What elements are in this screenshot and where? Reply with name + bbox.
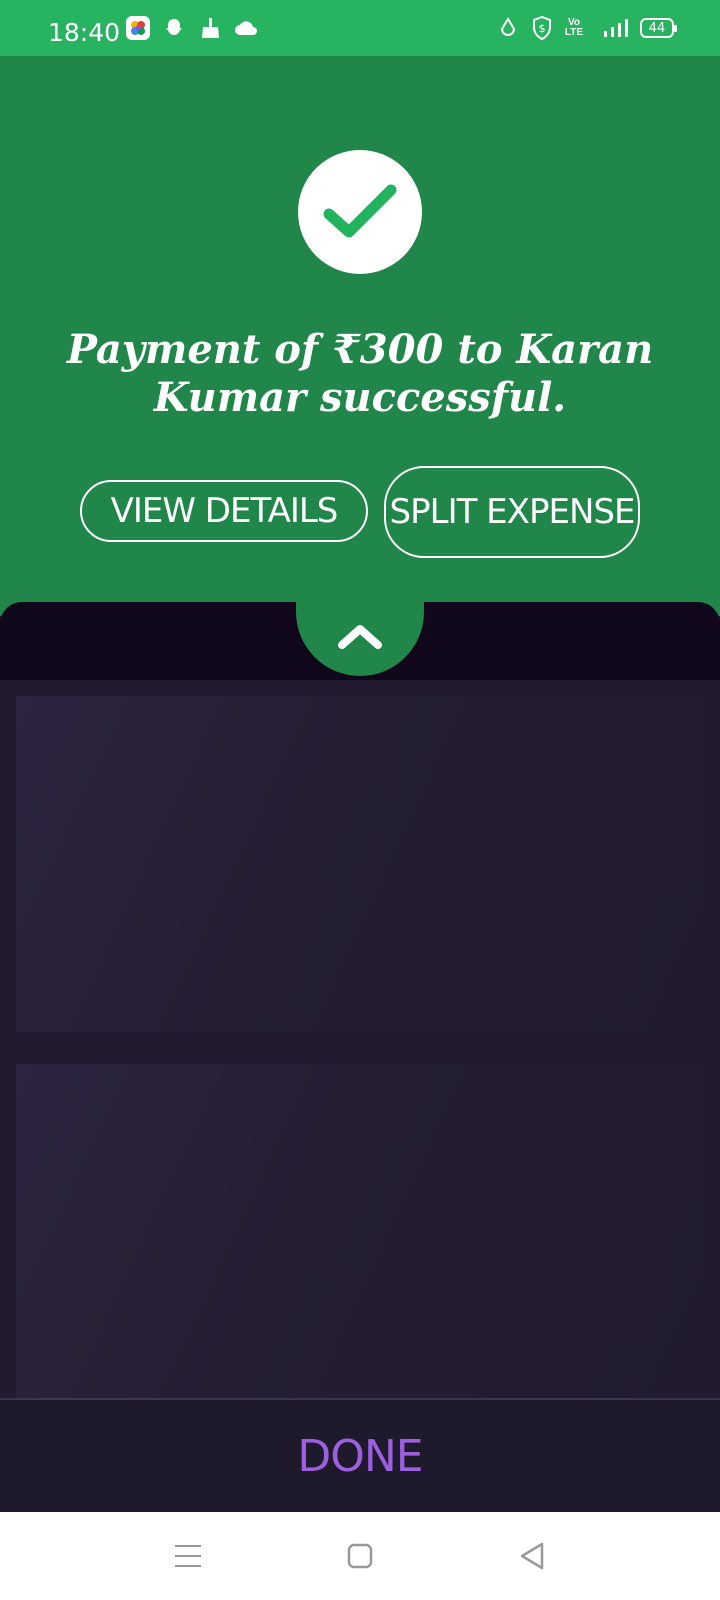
loading-card-placeholder [16,1064,704,1400]
cloud-icon [234,16,258,40]
photos-app-icon [126,16,150,40]
bottom-sheet-content [0,680,720,1400]
snapchat-icon [162,16,186,40]
notification-icons [126,16,258,40]
recent-apps-button[interactable] [168,1538,208,1574]
split-expense-button[interactable]: SPLIT EXPENSE [384,466,640,558]
system-navigation-bar [0,1512,720,1600]
svg-text:$: $ [539,22,546,35]
cleaner-broom-icon [198,16,222,40]
battery-icon: 44 [640,18,677,38]
loading-card-placeholder [16,696,704,1032]
view-details-button[interactable]: VIEW DETAILS [80,480,368,542]
done-button[interactable]: DONE [297,1431,423,1482]
menu-icon [175,1545,201,1567]
triangle-back-icon [520,1542,544,1570]
payment-success-panel: Payment of ₹300 to Karan Kumar successfu… [0,56,720,616]
done-bar: DONE [0,1398,720,1512]
success-check-icon [298,150,422,274]
home-button[interactable] [340,1538,380,1574]
status-bar: 18:40 $ Vo LTE 44 [0,0,720,56]
chevron-up-icon [337,622,383,655]
4g-signal-icon [594,16,630,40]
security-shield-icon: $ [530,16,554,40]
data-saver-icon [496,16,520,40]
status-time: 18:40 [48,18,121,47]
square-icon [347,1543,373,1569]
volte-icon: Vo LTE [564,17,584,38]
back-button[interactable] [512,1538,552,1574]
system-status-icons: $ Vo LTE 44 [496,16,677,40]
payment-success-message: Payment of ₹300 to Karan Kumar successfu… [66,326,654,421]
